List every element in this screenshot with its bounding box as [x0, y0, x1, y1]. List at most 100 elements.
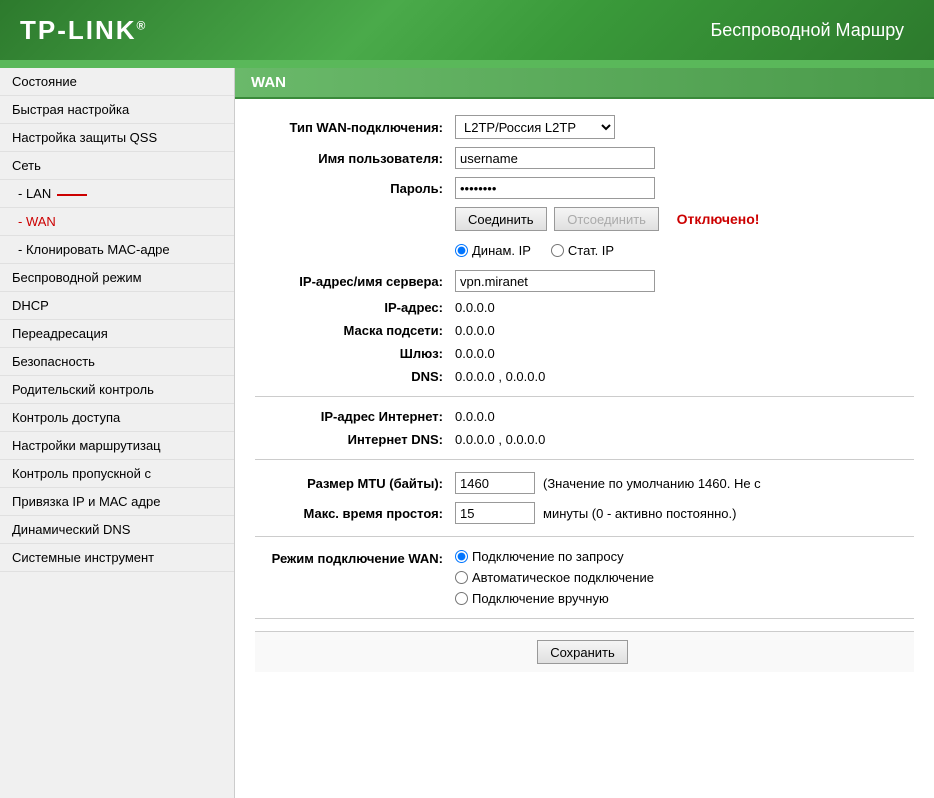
idle-row: Макс. время простоя: минуты (0 - активно…	[255, 502, 914, 524]
dns-row: DNS: 0.0.0.0 , 0.0.0.0	[255, 369, 914, 384]
idle-input[interactable]	[455, 502, 535, 524]
static-ip-radio[interactable]	[551, 244, 564, 257]
sidebar-item-security[interactable]: Безопасность	[0, 348, 234, 376]
idle-hint: минуты (0 - активно постоянно.)	[543, 506, 736, 521]
wan-mode-radio-1[interactable]	[455, 550, 468, 563]
server-ip-input[interactable]	[455, 270, 655, 292]
mtu-input[interactable]	[455, 472, 535, 494]
dynamic-ip-radio[interactable]	[455, 244, 468, 257]
sidebar-item-quick-setup[interactable]: Быстрая настройка	[0, 96, 234, 124]
username-value	[455, 147, 655, 169]
wan-mode-option3-label[interactable]: Подключение вручную	[455, 591, 654, 606]
header-title: Беспроводной Маршру	[710, 20, 914, 41]
mtu-hint: (Значение по умолчанию 1460. Не с	[543, 476, 761, 491]
wan-mode-option1-text: Подключение по запросу	[472, 549, 624, 564]
subnet-value: 0.0.0.0	[455, 323, 495, 338]
server-ip-row: IP-адрес/имя сервера:	[255, 270, 914, 292]
wan-mode-radio-2[interactable]	[455, 571, 468, 584]
password-value	[455, 177, 655, 199]
content-area: WAN Тип WAN-подключения: L2TP/Россия L2T…	[235, 68, 934, 798]
internet-dns-row: Интернет DNS: 0.0.0.0 , 0.0.0.0	[255, 432, 914, 447]
gateway-value: 0.0.0.0	[455, 346, 495, 361]
idle-value: минуты (0 - активно постоянно.)	[455, 502, 736, 524]
sidebar-item-lan[interactable]: - LAN	[0, 180, 234, 208]
static-ip-text: Стат. IP	[568, 243, 614, 258]
internet-ip-value: 0.0.0.0	[455, 409, 495, 424]
wan-type-row: Тип WAN-подключения: L2TP/Россия L2TP	[255, 115, 914, 139]
header: TP-LINK® Беспроводной Маршру	[0, 0, 934, 60]
save-button[interactable]: Сохранить	[537, 640, 628, 664]
main-layout: Состояние Быстрая настройка Настройка за…	[0, 68, 934, 798]
wan-form: Тип WAN-подключения: L2TP/Россия L2TP Им…	[235, 99, 934, 688]
sidebar-item-mac-clone[interactable]: - Клонировать МАС-адре	[0, 236, 234, 264]
sidebar-item-dhcp[interactable]: DHCP	[0, 292, 234, 320]
wan-type-value: L2TP/Россия L2TP	[455, 115, 615, 139]
mtu-label: Размер MTU (байты):	[255, 476, 455, 491]
divider-2	[255, 459, 914, 460]
password-row: Пароль:	[255, 177, 914, 199]
wan-mode-options: Подключение по запросу Автоматическое по…	[455, 549, 654, 606]
wan-mode-label: Режим подключение WAN:	[255, 549, 455, 566]
connect-buttons: Соединить Отсоединить Отключено!	[455, 207, 759, 231]
mtu-row: Размер MTU (байты): (Значение по умолчан…	[255, 472, 914, 494]
sidebar-item-status[interactable]: Состояние	[0, 68, 234, 96]
ip-type-options: Динам. IP Стат. IP	[455, 243, 614, 258]
nav-bar	[0, 60, 934, 68]
divider-1	[255, 396, 914, 397]
sidebar-item-forwarding[interactable]: Переадресация	[0, 320, 234, 348]
save-bar: Сохранить	[255, 631, 914, 672]
sidebar-item-network[interactable]: Сеть	[0, 152, 234, 180]
subnet-row: Маска подсети: 0.0.0.0	[255, 323, 914, 338]
connect-buttons-row: Соединить Отсоединить Отключено!	[255, 207, 914, 231]
sidebar-item-system[interactable]: Системные инструмент	[0, 544, 234, 572]
wan-type-label: Тип WAN-подключения:	[255, 120, 455, 135]
password-input[interactable]	[455, 177, 655, 199]
divider-3	[255, 536, 914, 537]
gateway-row: Шлюз: 0.0.0.0	[255, 346, 914, 361]
internet-dns-value: 0.0.0.0 , 0.0.0.0	[455, 432, 545, 447]
ip-address-row: IP-адрес: 0.0.0.0	[255, 300, 914, 315]
sidebar-item-bandwidth[interactable]: Контроль пропускной с	[0, 460, 234, 488]
page-title: WAN	[235, 68, 934, 99]
sidebar-item-ip-mac[interactable]: Привязка IP и МАС адре	[0, 488, 234, 516]
internet-dns-label: Интернет DNS:	[255, 432, 455, 447]
wan-mode-option3-text: Подключение вручную	[472, 591, 609, 606]
ip-address-value: 0.0.0.0	[455, 300, 495, 315]
sidebar: Состояние Быстрая настройка Настройка за…	[0, 68, 235, 798]
dns-label: DNS:	[255, 369, 455, 384]
username-row: Имя пользователя:	[255, 147, 914, 169]
username-label: Имя пользователя:	[255, 151, 455, 166]
username-input[interactable]	[455, 147, 655, 169]
dynamic-ip-radio-label[interactable]: Динам. IP	[455, 243, 531, 258]
sidebar-item-wan[interactable]: - WAN	[0, 208, 234, 236]
wan-mode-option1-label[interactable]: Подключение по запросу	[455, 549, 654, 564]
dns-value: 0.0.0.0 , 0.0.0.0	[455, 369, 545, 384]
sidebar-item-wireless[interactable]: Беспроводной режим	[0, 264, 234, 292]
mtu-value: (Значение по умолчанию 1460. Не с	[455, 472, 761, 494]
server-ip-value	[455, 270, 655, 292]
sidebar-item-routing[interactable]: Настройки маршрутизац	[0, 432, 234, 460]
dynamic-ip-text: Динам. IP	[472, 243, 531, 258]
ip-address-label: IP-адрес:	[255, 300, 455, 315]
wan-mode-row: Режим подключение WAN: Подключение по за…	[255, 549, 914, 606]
idle-label: Макс. время простоя:	[255, 506, 455, 521]
static-ip-radio-label[interactable]: Стат. IP	[551, 243, 614, 258]
server-ip-label: IP-адрес/имя сервера:	[255, 274, 455, 289]
wan-mode-option2-label[interactable]: Автоматическое подключение	[455, 570, 654, 585]
internet-ip-row: IP-адрес Интернет: 0.0.0.0	[255, 409, 914, 424]
disconnect-button[interactable]: Отсоединить	[554, 207, 659, 231]
sidebar-item-access[interactable]: Контроль доступа	[0, 404, 234, 432]
internet-ip-label: IP-адрес Интернет:	[255, 409, 455, 424]
wan-mode-option2-text: Автоматическое подключение	[472, 570, 654, 585]
sidebar-item-dyndns[interactable]: Динамический DNS	[0, 516, 234, 544]
sidebar-item-parental[interactable]: Родительский контроль	[0, 376, 234, 404]
subnet-label: Маска подсети:	[255, 323, 455, 338]
gateway-label: Шлюз:	[255, 346, 455, 361]
wan-type-select[interactable]: L2TP/Россия L2TP	[455, 115, 615, 139]
wan-mode-radio-3[interactable]	[455, 592, 468, 605]
sidebar-item-qss[interactable]: Настройка защиты QSS	[0, 124, 234, 152]
connect-button[interactable]: Соединить	[455, 207, 547, 231]
divider-4	[255, 618, 914, 619]
logo: TP-LINK®	[20, 15, 147, 46]
connection-status: Отключено!	[677, 211, 760, 227]
